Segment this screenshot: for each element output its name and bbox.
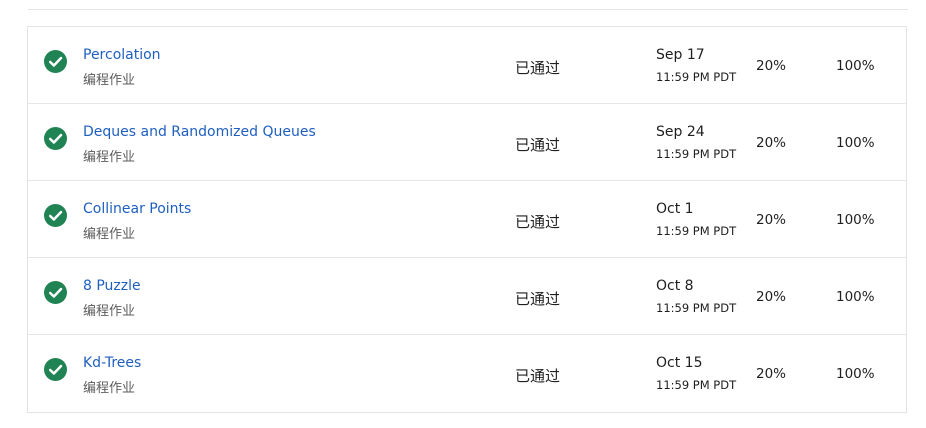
assignment-status: 已通过: [515, 290, 561, 308]
due-date: Sep 17: [656, 47, 705, 63]
assignment-title-link[interactable]: Kd-Trees: [83, 355, 141, 371]
assignment-weight: 20%: [756, 366, 787, 382]
check-circle-icon: [44, 358, 67, 381]
assignment-type: 编程作业: [83, 73, 136, 88]
assignment-grade: 100%: [836, 289, 875, 305]
check-circle-icon: [44, 50, 67, 73]
assignment-weight: 20%: [756, 212, 787, 228]
top-divider: [28, 9, 908, 10]
assignment-grade: 100%: [836, 212, 875, 228]
assignment-type: 编程作业: [83, 227, 136, 242]
assignment-row: Percolation 编程作业 已通过 Sep 17 11:59 PM PDT…: [28, 27, 906, 104]
assignment-row: Deques and Randomized Queues 编程作业 已通过 Se…: [28, 104, 906, 181]
assignment-type: 编程作业: [83, 150, 136, 165]
assignment-grade: 100%: [836, 58, 875, 74]
due-date: Oct 15: [656, 355, 703, 371]
assignment-row: Collinear Points 编程作业 已通过 Oct 1 11:59 PM…: [28, 181, 906, 258]
assignment-weight: 20%: [756, 58, 787, 74]
due-date: Oct 8: [656, 278, 694, 294]
assignment-grade: 100%: [836, 135, 875, 151]
due-time: 11:59 PM PDT: [656, 224, 737, 238]
check-circle-icon: [44, 127, 67, 150]
assignment-title-link[interactable]: Percolation: [83, 47, 161, 63]
due-date: Sep 24: [656, 124, 705, 140]
assignment-type: 编程作业: [83, 381, 136, 396]
due-time: 11:59 PM PDT: [656, 70, 737, 84]
due-time: 11:59 PM PDT: [656, 301, 737, 315]
assignment-row: 8 Puzzle 编程作业 已通过 Oct 8 11:59 PM PDT 20%…: [28, 258, 906, 335]
assignment-grade: 100%: [836, 366, 875, 382]
check-circle-icon: [44, 204, 67, 227]
assignment-row: Kd-Trees 编程作业 已通过 Oct 15 11:59 PM PDT 20…: [28, 335, 906, 412]
due-time: 11:59 PM PDT: [656, 147, 737, 161]
assignment-title-link[interactable]: Collinear Points: [83, 201, 191, 217]
assignment-weight: 20%: [756, 135, 787, 151]
assignment-title-link[interactable]: Deques and Randomized Queues: [83, 124, 316, 140]
assignments-table: Percolation 编程作业 已通过 Sep 17 11:59 PM PDT…: [27, 26, 907, 413]
check-circle-icon: [44, 281, 67, 304]
assignment-weight: 20%: [756, 289, 787, 305]
assignment-status: 已通过: [515, 136, 561, 154]
assignment-title-link[interactable]: 8 Puzzle: [83, 278, 141, 294]
assignment-type: 编程作业: [83, 304, 136, 319]
assignment-status: 已通过: [515, 367, 561, 385]
assignment-status: 已通过: [515, 59, 561, 77]
assignment-status: 已通过: [515, 213, 561, 231]
due-date: Oct 1: [656, 201, 694, 217]
due-time: 11:59 PM PDT: [656, 378, 737, 392]
